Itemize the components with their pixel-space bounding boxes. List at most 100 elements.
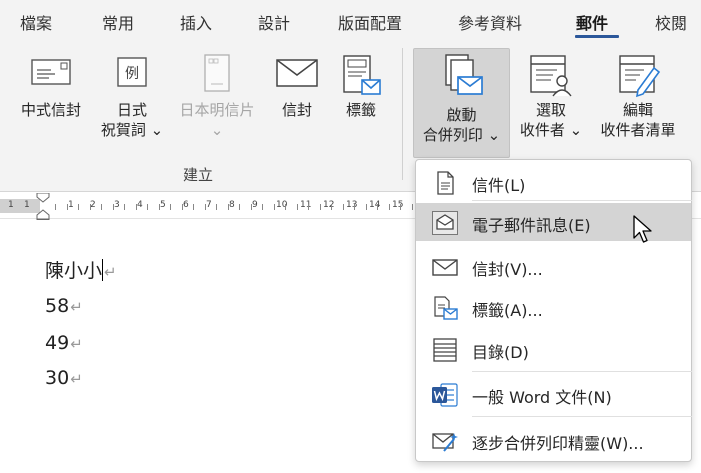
envelopes-label: 信封 [281,101,312,119]
tab-design[interactable]: 設計 [258,10,290,34]
japanese-greeting-label1: 日式 [116,101,147,119]
mail-merge-wizard-icon [432,433,458,452]
ruler-tick [101,204,102,210]
japanese-greeting-button[interactable]: 例 日式 祝賀詞 ⌄ [94,54,170,154]
document-line-text: 49 [45,332,70,354]
tab-insert[interactable]: 插入 [180,10,212,34]
ruler-tick [228,204,229,210]
ruler-tick [147,204,148,210]
ruler-tick [216,204,217,210]
ruler-tick [78,204,79,210]
ruler-tick [366,204,367,210]
ruler-tick [412,204,413,210]
menu-item-envelopes[interactable]: 信封(V)... [416,247,691,285]
ruler-tick [55,204,56,210]
labels-button[interactable]: 標籤 [330,54,392,154]
ruler-tick [182,204,183,210]
tab-mailings[interactable]: 郵件 [576,10,608,34]
ruler-number: 1 [8,200,14,210]
tab-layout[interactable]: 版面配置 [338,10,402,34]
select-recipients-label2: 收件者 ⌄ [519,121,583,139]
ruler-number: 14 [369,200,381,210]
ruler-number: 1 [24,200,30,210]
japanese-greeting-label2: 祝賀詞 ⌄ [100,121,164,139]
tab-references[interactable]: 參考資料 [458,10,522,34]
menu-separator [472,371,692,372]
menu-item-letters[interactable]: 信件(L) [416,163,691,201]
menu-item-mail-merge-wizard[interactable]: 逐步合併列印精靈(W)... [416,421,691,459]
menu-item-label: 電子郵件訊息(E) [472,216,591,235]
menu-item-label: 信封(V)... [472,260,543,279]
japanese-postcard-button[interactable]: 日本明信片 ⌄ [172,54,262,154]
group-separator [402,48,403,180]
document-line[interactable]: 58↵ [45,295,83,317]
menu-item-normal-word-document[interactable]: 一般 Word 文件(N) [416,375,691,413]
directory-icon [433,338,457,362]
document-line[interactable]: 陳小小 ↵ [45,256,117,283]
letter-icon [437,171,454,195]
mouse-pointer-icon [633,215,652,243]
menu-item-label: 一般 Word 文件(N) [472,388,612,407]
envelope-icon [276,59,318,87]
tab-home[interactable]: 常用 [102,10,134,34]
ruler-tick [308,204,309,210]
menu-item-label: 目錄(D) [472,343,529,362]
select-recipients-button[interactable]: 選取 收件者 ⌄ [512,54,590,154]
ruler-tick [331,204,332,210]
greeting-card-icon: 例 [117,57,147,87]
ruler-tick [320,204,321,210]
word-document-icon [432,383,458,407]
edit-recipient-list-button[interactable]: 編輯 收件者清單 [590,54,686,154]
ruler-tick [389,204,390,210]
ruler-tick [193,204,194,210]
labels-icon [434,296,458,320]
menu-item-label: 逐步合併列印精靈(W)... [472,434,644,453]
japanese-postcard-label2: ⌄ [210,121,224,139]
ruler-number: 1 [68,200,74,210]
ruler-number: 13 [346,200,358,210]
ruler-tick [67,204,68,210]
ruler-tick [159,204,160,210]
menu-separator [472,416,692,417]
active-tab-indicator [575,35,619,38]
select-recipients-label1: 選取 [535,101,566,119]
ruler-tick [205,204,206,210]
document-line-text: 陳小小 [45,260,103,282]
edit-recipient-list-icon [619,55,661,98]
select-recipients-icon [530,55,572,97]
envelope-icon [432,259,458,276]
ruler-number: 12 [323,200,335,210]
ruler-tick [239,204,240,210]
ruler-number: 4 [137,200,143,210]
labels-icon [343,55,381,95]
document-line[interactable]: 30↵ [45,367,83,389]
start-mail-merge-label1: 啟動 [446,106,477,124]
tab-review[interactable]: 校閱 [655,10,687,34]
paragraph-mark: ↵ [104,263,117,281]
chinese-envelope-button[interactable]: 中式信封 [8,54,94,154]
menu-item-labels[interactable]: 標籤(A)... [416,288,691,326]
edit-recipient-list-label1: 編輯 [622,101,653,119]
menu-item-label: 信件(L) [472,176,526,195]
japanese-postcard-label1: 日本明信片 [179,101,255,119]
ruler-number: 11 [300,200,312,210]
ruler-tick [170,204,171,210]
document-line[interactable]: 49↵ [45,332,83,354]
ruler-tick [343,204,344,210]
text-cursor [102,259,104,281]
ruler-number: 9 [252,200,258,210]
labels-label: 標籤 [345,101,376,119]
ruler-tick [124,204,125,210]
ribbon-tabs: 檔案 常用 插入 設計 版面配置 參考資料 郵件 校閱 [0,0,701,40]
ruler-number: 3 [114,200,120,210]
paragraph-mark: ↵ [70,370,83,388]
ruler-tick [297,204,298,210]
paragraph-mark: ↵ [70,298,83,316]
document-line-text: 58 [45,295,70,317]
ruler-number: 7 [206,200,212,210]
envelopes-button[interactable]: 信封 [266,54,328,154]
tab-file[interactable]: 檔案 [20,10,52,34]
menu-item-directory[interactable]: 目錄(D) [416,330,691,368]
ruler-tick [262,204,263,210]
start-mail-merge-button[interactable]: 啟動 合併列印 ⌄ [413,48,510,158]
